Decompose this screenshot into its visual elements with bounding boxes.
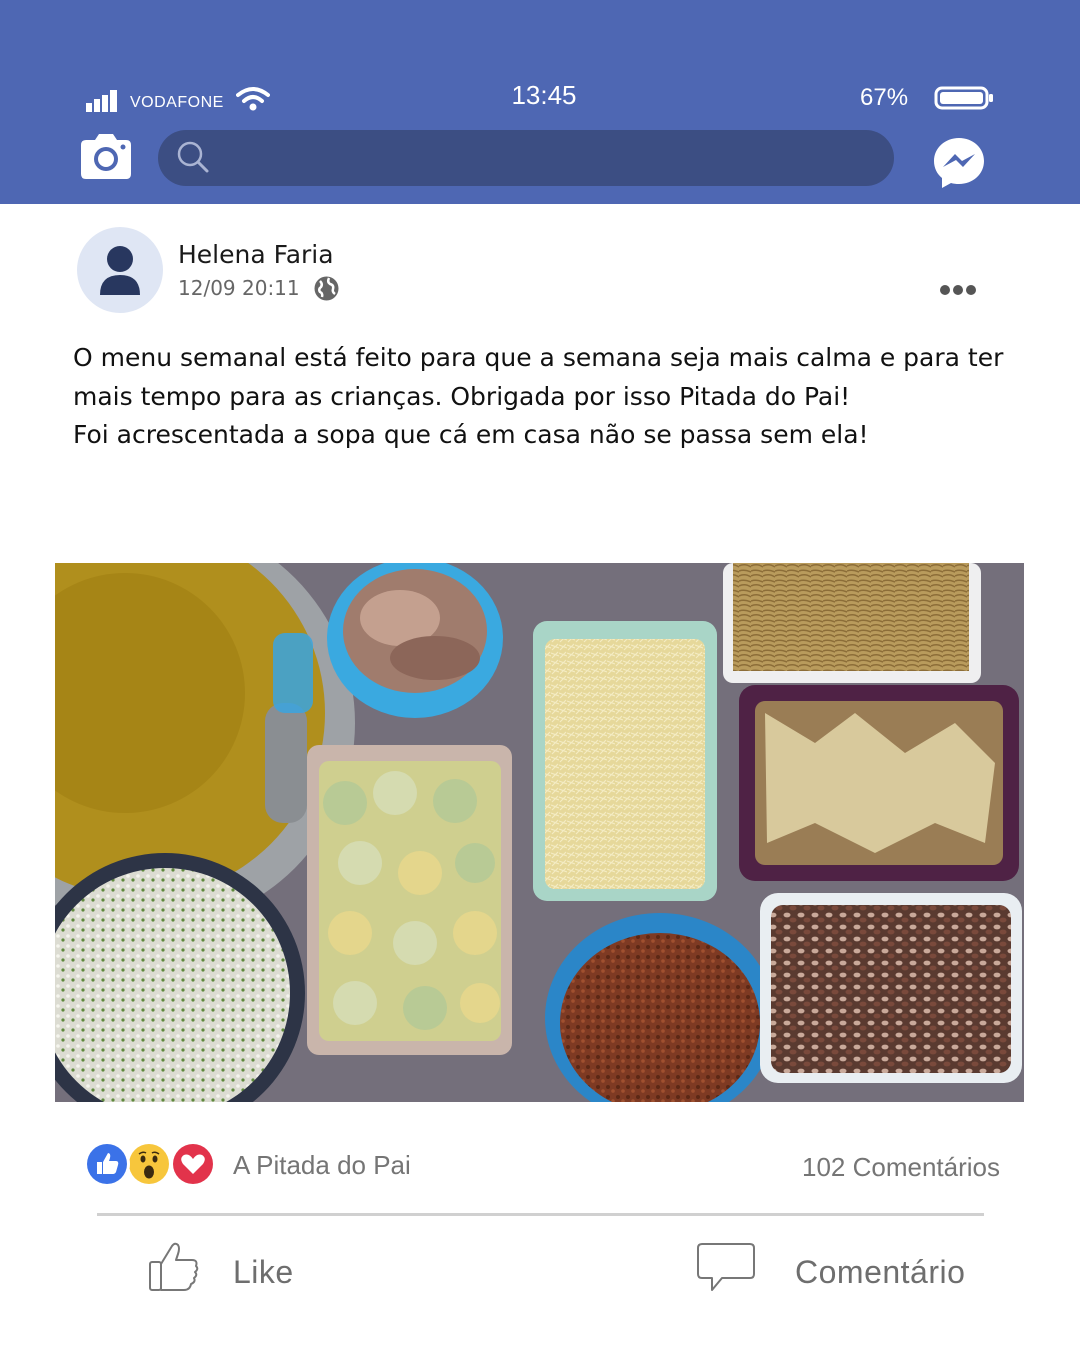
post-text-line: O menu semanal está feito para que a sem… — [73, 343, 1004, 372]
comments-count[interactable]: 102 Comentários — [802, 1152, 1000, 1183]
post-text: O menu semanal está feito para que a sem… — [73, 339, 1013, 455]
like-label: Like — [233, 1254, 294, 1290]
status-bar: VODAFONE 13:45 67% — [0, 78, 1080, 118]
thumbs-up-icon — [149, 1242, 199, 1291]
search-icon — [177, 141, 209, 173]
search-bar[interactable] — [158, 130, 894, 186]
divider — [97, 1213, 984, 1216]
post-text-line: mais tempo para as crianças. Obrigada po… — [73, 381, 851, 411]
search-input[interactable] — [222, 138, 872, 178]
battery-percent: 67% — [860, 84, 909, 111]
food-photo-image — [55, 563, 1024, 1102]
messenger-icon[interactable] — [932, 136, 986, 190]
battery-icon — [934, 86, 993, 110]
clock: 13:45 — [511, 80, 577, 110]
like-reaction-icon — [84, 1141, 130, 1187]
post-timestamp: 12/09 20:11 — [178, 276, 300, 300]
avatar[interactable] — [77, 227, 163, 313]
comment-icon — [697, 1243, 755, 1291]
reacted-by-label[interactable]: A Pitada do Pai — [233, 1150, 411, 1181]
wow-reaction-icon — [126, 1141, 172, 1187]
post-text-line: Foi acrescentada a sopa que cá em casa n… — [73, 420, 869, 449]
post-photo[interactable] — [55, 563, 1024, 1102]
author-name[interactable]: Helena Faria — [178, 240, 334, 269]
globe-icon — [314, 276, 339, 301]
comment-label: Comentário — [795, 1254, 966, 1290]
love-reaction-icon — [170, 1141, 216, 1187]
reactions-summary[interactable] — [84, 1141, 216, 1187]
camera-icon[interactable] — [80, 132, 132, 180]
user-icon — [100, 246, 140, 295]
more-options-icon[interactable] — [938, 280, 978, 300]
top-bar: VODAFONE 13:45 67% — [0, 0, 1080, 204]
like-button[interactable]: Like — [146, 1238, 346, 1308]
comment-button[interactable]: Comentário — [696, 1238, 996, 1308]
